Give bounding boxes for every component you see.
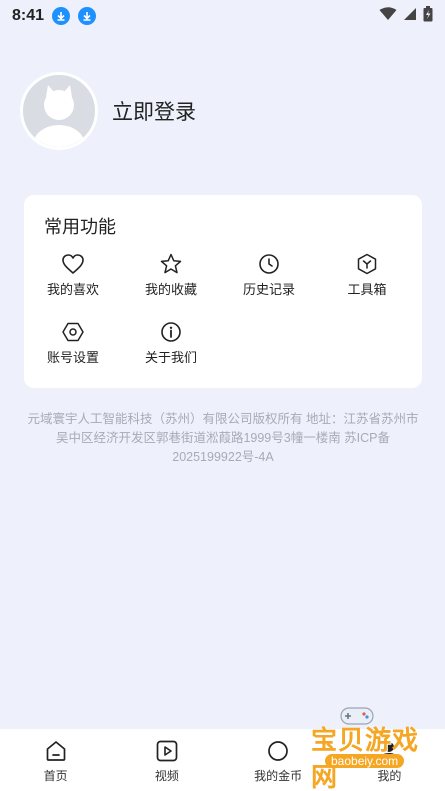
- home-icon: [46, 741, 65, 761]
- download-icon: [78, 7, 97, 25]
- watermark-logo: 宝贝游戏网 baobeiy.com: [277, 702, 437, 791]
- heart-icon: [62, 254, 84, 274]
- status-bar: 8:41: [0, 0, 445, 32]
- function-history[interactable]: 历史记录: [220, 253, 318, 298]
- watermark-url: baobeiy.com: [325, 754, 405, 768]
- tab-video[interactable]: 视频: [111, 729, 222, 791]
- function-label: 历史记录: [242, 282, 295, 297]
- avatar[interactable]: [20, 72, 98, 150]
- tab-label: 视频: [154, 769, 179, 783]
- video-icon: [156, 740, 178, 762]
- tab-label: 首页: [43, 769, 68, 783]
- function-my-likes[interactable]: 我的喜欢: [24, 253, 122, 298]
- function-label: 关于我们: [144, 350, 197, 365]
- function-my-favorites[interactable]: 我的收藏: [122, 253, 220, 298]
- tab-home[interactable]: 首页: [0, 729, 111, 791]
- toolbox-icon: [357, 253, 377, 275]
- login-link[interactable]: 立即登录: [112, 96, 196, 126]
- section-title: 常用功能: [44, 217, 116, 237]
- common-functions-card: 常用功能 我的喜欢 我的收藏 历史记录 工具箱 账号设置 关于我们: [24, 195, 422, 388]
- function-label: 账号设置: [46, 350, 99, 365]
- profile-header[interactable]: 立即登录: [20, 72, 196, 150]
- function-label: 我的收藏: [144, 282, 197, 297]
- function-label: 工具箱: [347, 282, 387, 297]
- function-about-us[interactable]: 关于我们: [122, 321, 220, 366]
- copyright-text: 元域寰宇人工智能科技（苏州）有限公司版权所有 地址：江苏省苏州市吴中区经济开发区…: [27, 412, 419, 464]
- battery-icon: [423, 6, 433, 27]
- signal-icon: [403, 7, 417, 26]
- settings-icon: [62, 322, 84, 342]
- function-label: 我的喜欢: [46, 282, 99, 297]
- function-account-settings[interactable]: 账号设置: [24, 321, 122, 366]
- info-icon: [161, 322, 181, 342]
- download-icon: [52, 7, 71, 25]
- wifi-icon: [379, 7, 397, 26]
- clock-icon: [259, 254, 279, 274]
- function-toolbox[interactable]: 工具箱: [318, 253, 416, 298]
- status-time: 8:41: [12, 7, 45, 24]
- star-icon: [160, 253, 182, 274]
